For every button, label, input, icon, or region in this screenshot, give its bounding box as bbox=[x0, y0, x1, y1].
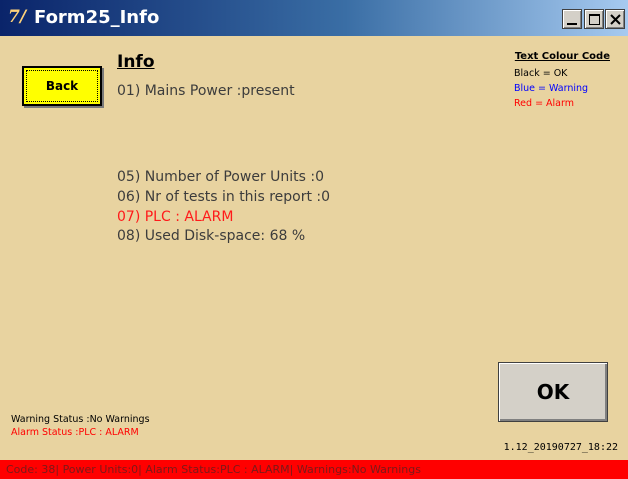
form-window: 7/ Form25_Info Info Back 01) Mains Power… bbox=[0, 0, 628, 479]
maximize-button[interactable] bbox=[584, 9, 604, 29]
legend-alarm: Red = Alarm bbox=[514, 98, 575, 109]
alarm-status: Alarm Status :PLC : ALARM bbox=[11, 427, 139, 438]
legend-title: Text Colour Code bbox=[514, 51, 610, 62]
app-icon: 7/ bbox=[8, 7, 27, 27]
close-icon bbox=[610, 14, 621, 25]
back-button-label: Back bbox=[45, 79, 79, 93]
minimize-icon bbox=[567, 23, 577, 25]
info-line-power-units: 05) Number of Power Units :0 bbox=[117, 169, 325, 185]
info-line-mains-power: 01) Mains Power :present bbox=[117, 83, 295, 99]
ok-button[interactable]: OK bbox=[498, 362, 608, 422]
ok-button-label: OK bbox=[536, 380, 570, 404]
status-bar: Code: 38| Power Units:0| Alarm Status:PL… bbox=[0, 460, 628, 479]
legend-warning: Blue = Warning bbox=[514, 83, 589, 94]
page-title: Info bbox=[117, 52, 155, 72]
back-button[interactable]: Back bbox=[22, 66, 102, 106]
info-line-disk-space: 08) Used Disk-space: 68 % bbox=[117, 228, 306, 244]
title-bar[interactable]: 7/ Form25_Info bbox=[0, 0, 628, 36]
minimize-button[interactable] bbox=[562, 9, 582, 29]
close-button[interactable] bbox=[605, 9, 625, 29]
legend-ok: Black = OK bbox=[514, 68, 568, 79]
warning-status: Warning Status :No Warnings bbox=[11, 414, 150, 425]
info-line-tests: 06) Nr of tests in this report :0 bbox=[117, 189, 331, 205]
info-line-plc: 07) PLC : ALARM bbox=[117, 209, 234, 225]
window-title: Form25_Info bbox=[34, 7, 160, 28]
maximize-icon bbox=[589, 14, 600, 25]
version-label: 1.12_20190727_18:22 bbox=[503, 442, 618, 453]
